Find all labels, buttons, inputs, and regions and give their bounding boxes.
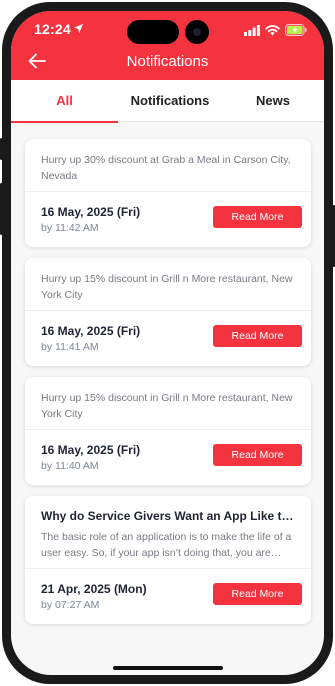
card-message: Hurry up 15% discount in Grill n More re… — [41, 273, 293, 301]
wifi-icon — [265, 25, 280, 36]
read-more-button[interactable]: Read More — [213, 325, 302, 347]
card-date: 16 May, 2025 (Fri) — [41, 205, 141, 219]
screen: 12:24 Notifications All Notifications Ne… — [11, 11, 324, 675]
card-time: by 07:27 AM — [41, 599, 100, 611]
card-date: 21 Apr, 2025 (Mon) — [41, 582, 147, 596]
card-body: Hurry up 30% discount at Grab a Meal in … — [25, 139, 311, 184]
card-footer: 16 May, 2025 (Fri) by 11:41 AM Read More — [25, 310, 311, 366]
notification-card[interactable]: Hurry up 15% discount in Grill n More re… — [25, 258, 311, 366]
card-message: Hurry up 15% discount in Grill n More re… — [41, 392, 293, 420]
phone-frame: 12:24 Notifications All Notifications Ne… — [2, 2, 333, 684]
read-more-button[interactable]: Read More — [213, 444, 302, 466]
front-camera — [185, 20, 209, 44]
card-time: by 11:40 AM — [41, 460, 99, 472]
card-body: Hurry up 15% discount in Grill n More re… — [25, 258, 311, 303]
read-more-button[interactable]: Read More — [213, 583, 302, 605]
status-time: 12:24 — [34, 21, 71, 37]
page-title: Notifications — [126, 53, 209, 70]
home-indicator[interactable] — [113, 666, 223, 670]
dynamic-island — [127, 20, 179, 44]
card-footer: 16 May, 2025 (Fri) by 11:40 AM Read More — [25, 429, 311, 485]
volume-button — [0, 183, 3, 235]
status-bar: 12:24 — [11, 11, 324, 49]
tab-bar: All Notifications News — [11, 80, 324, 123]
card-date: 16 May, 2025 (Fri) — [41, 324, 141, 338]
location-arrow-icon — [73, 23, 84, 34]
tab-news[interactable]: News — [222, 80, 324, 122]
card-body: Hurry up 15% discount in Grill n More re… — [25, 377, 311, 422]
notification-card[interactable]: Hurry up 30% discount at Grab a Meal in … — [25, 139, 311, 247]
card-body: Why do Service Givers Want an App Like t… — [25, 496, 311, 561]
tab-all[interactable]: All — [11, 80, 118, 123]
card-message: Hurry up 30% discount at Grab a Meal in … — [41, 154, 291, 182]
card-message: The basic role of an application is to m… — [41, 531, 292, 559]
card-time: by 11:41 AM — [41, 341, 99, 353]
side-button — [0, 138, 3, 160]
tab-notifications[interactable]: Notifications — [118, 80, 222, 122]
read-more-button[interactable]: Read More — [213, 206, 302, 228]
notification-card[interactable]: Hurry up 15% discount in Grill n More re… — [25, 377, 311, 485]
card-date: 16 May, 2025 (Fri) — [41, 443, 141, 457]
card-footer: 21 Apr, 2025 (Mon) by 07:27 AM Read More — [25, 568, 311, 624]
card-time: by 11:42 AM — [41, 222, 99, 234]
news-card[interactable]: Why do Service Givers Want an App Like t… — [25, 496, 311, 624]
app-header: 12:24 Notifications — [11, 11, 324, 80]
battery-charging-icon — [285, 24, 307, 36]
card-heading: Why do Service Givers Want an App Like t… — [41, 509, 295, 523]
cellular-signal-icon — [244, 25, 260, 36]
card-footer: 16 May, 2025 (Fri) by 11:42 AM Read More — [25, 191, 311, 247]
